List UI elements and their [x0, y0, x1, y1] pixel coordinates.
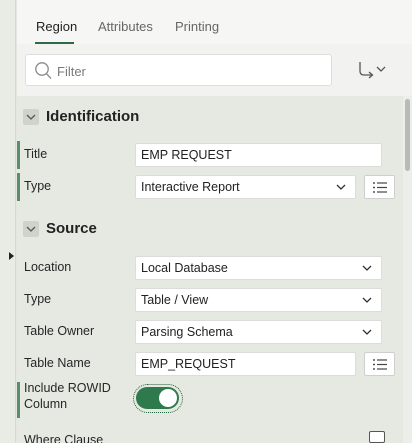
property-include-rowid: Include ROWID Column [17, 380, 403, 420]
title-field[interactable]: EMP REQUEST [135, 143, 382, 167]
chevron-down-icon [336, 184, 346, 190]
group-title: Identification [46, 108, 140, 125]
chevron-down-icon[interactable] [23, 221, 39, 237]
group-identification-header[interactable]: Identification [17, 99, 403, 135]
property-source-type: Type Table / View [17, 284, 403, 316]
list-of-values-icon [373, 359, 387, 370]
group-source-header[interactable]: Source [17, 211, 403, 247]
list-of-values-icon [373, 182, 387, 193]
select-value: Parsing Schema [141, 325, 233, 339]
vertical-scrollbar[interactable] [403, 96, 412, 443]
type-select[interactable]: Interactive Report [135, 175, 356, 199]
chevron-down-icon [362, 297, 372, 303]
include-rowid-toggle[interactable] [133, 384, 183, 413]
list-of-values-button[interactable] [364, 175, 395, 199]
list-of-values-button[interactable] [364, 352, 395, 376]
property-type: Type Interactive Report [17, 171, 403, 203]
table-owner-select[interactable]: Parsing Schema [135, 320, 382, 344]
tab-printing[interactable]: Printing [175, 19, 219, 34]
property-label: Title [24, 147, 48, 161]
property-label: Location [24, 260, 72, 274]
search-icon [34, 61, 52, 81]
tab-region[interactable]: Region [36, 19, 77, 34]
required-indicator [17, 173, 20, 201]
property-label: Include ROWID Column [24, 380, 111, 412]
property-editor: Region Attributes Printing Filter Identi… [17, 0, 412, 443]
search-box[interactable] [25, 54, 332, 86]
chevron-down-icon [362, 329, 372, 335]
property-label: Type [24, 179, 52, 193]
property-location: Location Local Database [17, 252, 403, 284]
property-label: Table Name [24, 356, 91, 370]
toggle-track [136, 387, 179, 409]
select-value: Interactive Report [141, 180, 240, 194]
properties-scroll-area[interactable]: Identification Title EMP REQUEST Type In… [17, 96, 412, 443]
code-editor-icon[interactable] [369, 431, 385, 443]
property-where-clause: Where Clause [17, 430, 403, 443]
chevron-down-icon [362, 265, 372, 271]
go-to-group-button[interactable] [352, 58, 392, 82]
tab-attributes[interactable]: Attributes [98, 19, 153, 34]
property-title: Title EMP REQUEST [17, 139, 403, 171]
search-input[interactable] [57, 62, 317, 80]
chevron-down-icon[interactable] [23, 109, 39, 125]
scrollbar-thumb[interactable] [405, 99, 410, 171]
filter-toolbar [17, 44, 412, 96]
property-table-owner: Table Owner Parsing Schema [17, 316, 403, 348]
property-label: Type [24, 292, 52, 306]
left-collapse-strip[interactable] [0, 0, 16, 443]
source-type-select[interactable]: Table / View [135, 288, 382, 312]
tab-bar: Region Attributes Printing [17, 0, 412, 44]
required-indicator [17, 382, 20, 418]
select-value: Local Database [141, 261, 228, 275]
toggle-knob [159, 389, 177, 407]
required-indicator [17, 141, 20, 169]
property-table-name: Table Name EMP_REQUEST [17, 348, 403, 380]
location-select[interactable]: Local Database [135, 256, 382, 280]
property-label: Table Owner [24, 324, 95, 338]
group-title: Source [46, 220, 97, 237]
label-line: Include ROWID [24, 381, 111, 395]
property-label: Where Clause [24, 433, 104, 443]
table-name-field[interactable]: EMP_REQUEST [135, 352, 356, 376]
select-value: Table / View [141, 293, 209, 307]
label-line: Column [24, 397, 68, 411]
go-to-group-icon [359, 62, 386, 79]
caret-right-icon[interactable] [9, 252, 14, 260]
